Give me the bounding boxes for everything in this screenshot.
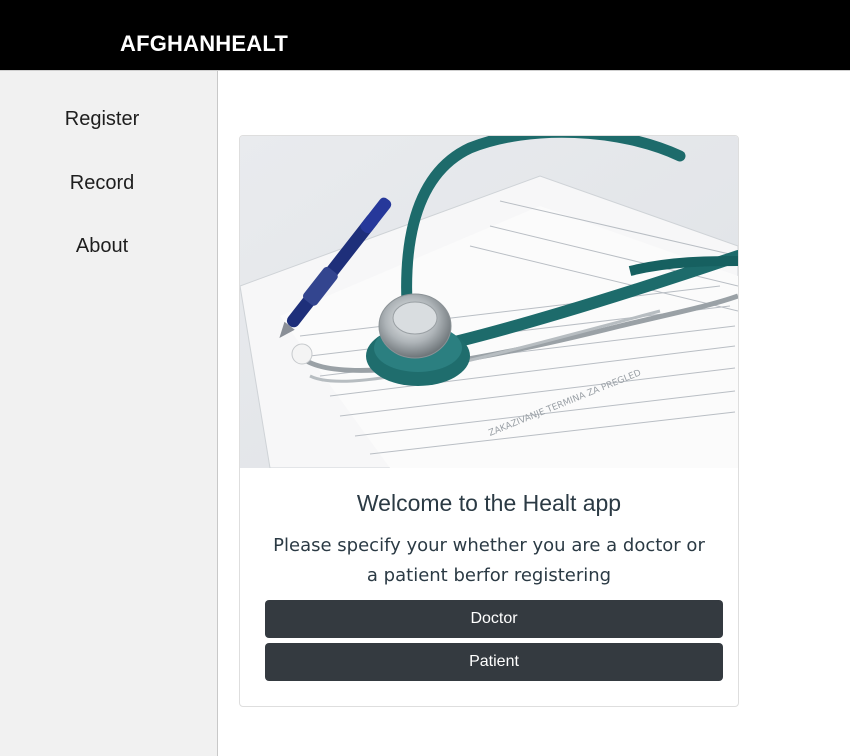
doctor-button[interactable]: Doctor <box>265 600 723 638</box>
stethoscope-image: ZAKAZIVANJE TERMINA ZA PREGLED <box>240 136 738 468</box>
card-description: Please specify your whether you are a do… <box>273 535 705 586</box>
welcome-card: ZAKAZIVANJE TERMINA ZA PREGLED Welcome t… <box>239 135 739 707</box>
brand-logo-text[interactable]: AFGHANHEALT <box>120 31 288 57</box>
patient-button[interactable]: Patient <box>265 643 723 681</box>
card-title: Welcome to the Healt app <box>356 490 622 516</box>
sidebar-item-about[interactable]: About <box>0 235 204 258</box>
sidebar: Register Record About <box>0 71 218 756</box>
sidebar-item-register[interactable]: Register <box>0 108 204 131</box>
sidebar-item-record[interactable]: Record <box>0 172 204 195</box>
top-navbar: AFGHANHEALT <box>0 0 850 71</box>
